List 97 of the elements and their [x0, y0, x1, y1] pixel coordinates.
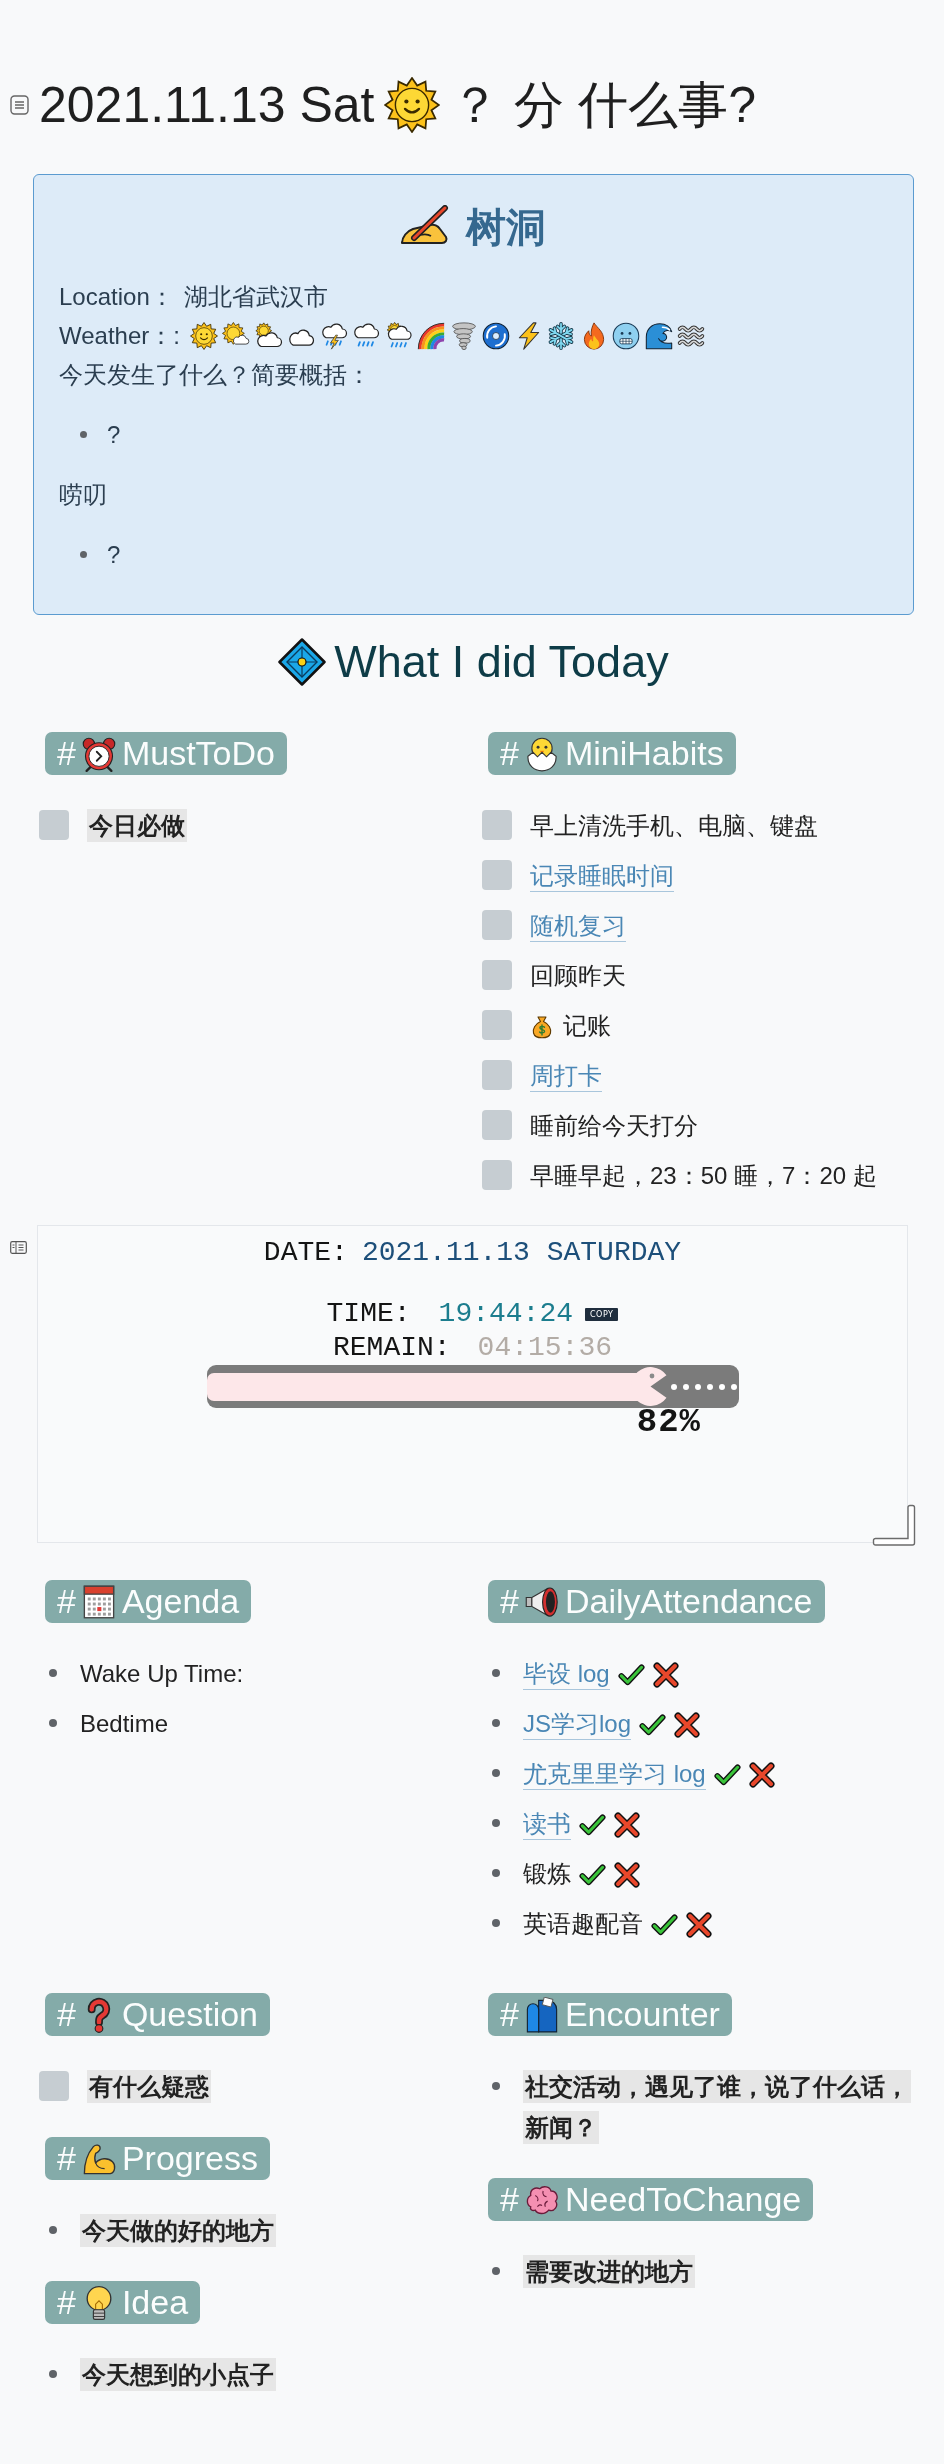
checkbox[interactable]: [482, 1160, 512, 1190]
checkbox[interactable]: [482, 810, 512, 840]
storm-cloud-icon: [319, 321, 348, 350]
rainbow-icon: [417, 321, 446, 350]
bullet-icon: [492, 1769, 500, 1777]
sun-behind-cloud-icon: [254, 321, 283, 350]
checkbox[interactable]: [482, 910, 512, 940]
task-text: 早睡早起，23：50 睡，7：20 起: [530, 1161, 877, 1189]
remain-label: REMAIN:: [332, 1331, 451, 1365]
check-mark-icon: [579, 1813, 606, 1838]
cross-mark-icon: [748, 1762, 775, 1789]
cold-face-icon: [612, 321, 641, 350]
cross-mark-icon: [686, 1912, 712, 1939]
task-text: Bedtime: [80, 1709, 169, 1737]
check-mark-icon: [713, 1763, 741, 1788]
task-text: 锻炼: [523, 1859, 571, 1887]
tag-link[interactable]: # MiniHabits: [488, 732, 736, 775]
card-title: 树洞: [466, 204, 546, 251]
bullet-icon: [492, 1669, 500, 1677]
task-text: 睡前给今天打分: [530, 1111, 698, 1139]
location-value: 湖北省武汉市: [183, 282, 328, 312]
title-date: 2021.11.13 Sat: [39, 76, 375, 135]
cyclone-icon: [482, 321, 511, 350]
checkbox[interactable]: [482, 960, 512, 990]
task-text: 回顾昨天: [530, 961, 626, 989]
bullet-icon: [49, 2370, 57, 2378]
task-text: Wake Up Time:: [80, 1659, 244, 1687]
note-link[interactable]: 周打卡: [530, 1061, 602, 1092]
sun-face-icon: [189, 321, 218, 350]
bullet-text: ?: [107, 540, 121, 570]
prompt-text: 今天发生了什么？简要概括：: [59, 360, 372, 390]
cross-mark-icon: [652, 1662, 679, 1689]
wave-icon: [644, 321, 673, 350]
tag-link[interactable]: # Agenda: [45, 1580, 252, 1623]
checkbox[interactable]: [482, 1110, 512, 1140]
list-box-icon: [10, 95, 29, 115]
note-link[interactable]: JS学习log: [523, 1709, 632, 1740]
notes-label: 唠叨: [59, 480, 108, 510]
checkbox[interactable]: [39, 2071, 69, 2101]
note-link[interactable]: 毕设 log: [523, 1659, 610, 1690]
panel-icon: [10, 1241, 27, 1254]
bullet-icon: [492, 1869, 500, 1877]
tag-link[interactable]: # Progress: [45, 2137, 270, 2180]
cross-mark-icon: [614, 1812, 640, 1839]
time-value: 19:44:24: [438, 1297, 573, 1331]
date-value: 2021.11.13 SATURDAY: [361, 1236, 682, 1270]
bullet-text: ?: [107, 420, 121, 450]
bullet-icon: [49, 1669, 57, 1677]
check-mark-icon: [639, 1713, 667, 1738]
task-text: 英语趣配音: [523, 1909, 643, 1937]
alarm-clock-icon: [80, 735, 117, 772]
resize-handle[interactable]: [872, 1504, 916, 1546]
note-link[interactable]: 随机复习: [530, 911, 626, 942]
section-title: What I did Today: [334, 635, 669, 689]
tag-link[interactable]: # Idea: [45, 2281, 201, 2324]
tag-link[interactable]: # MustToDo: [45, 732, 287, 775]
bullet-icon: [492, 1919, 500, 1927]
check-mark-icon: [579, 1863, 606, 1888]
bullet-icon: [492, 2082, 500, 2090]
bullet-icon: [49, 2226, 57, 2234]
note-link[interactable]: 记录睡眠时间: [530, 861, 674, 892]
checkbox[interactable]: [482, 860, 512, 890]
snowflake-icon: [547, 321, 576, 350]
checkbox[interactable]: [482, 1010, 512, 1040]
sun-rain-cloud-icon: [384, 321, 413, 350]
tag-link[interactable]: # NeedToChange: [488, 2178, 814, 2221]
checkbox[interactable]: [39, 810, 69, 840]
tag-link[interactable]: # Question: [45, 1993, 270, 2036]
note-link[interactable]: 读书: [523, 1809, 571, 1840]
tag-link[interactable]: # DailyAttendance: [488, 1580, 825, 1623]
task-text: 记账: [563, 1011, 611, 1039]
bullet-icon: [492, 1819, 500, 1827]
check-mark-icon: [651, 1913, 678, 1938]
weather-label: Weather：:: [59, 321, 180, 351]
title-text: ？ 分 什么事?: [450, 76, 757, 135]
money-bag-icon: [530, 1015, 554, 1040]
percent-label: 82%: [636, 1408, 701, 1436]
copy-button[interactable]: COPY: [585, 1307, 619, 1321]
task-text: 早上清洗手机、电脑、键盘: [530, 811, 818, 839]
sun-face-icon: [384, 77, 441, 133]
bullet-icon: [492, 1719, 500, 1727]
cross-mark-icon: [614, 1862, 640, 1889]
time-label: TIME:: [326, 1297, 411, 1331]
date-label: DATE:: [263, 1236, 348, 1270]
location-label: Location：: [59, 282, 174, 312]
remain-value: 04:15:36: [477, 1331, 612, 1365]
checkbox[interactable]: [482, 1060, 512, 1090]
check-mark-icon: [617, 1663, 645, 1688]
bullet-icon: [49, 1719, 57, 1727]
cross-mark-icon: [674, 1712, 701, 1739]
tag-link[interactable]: # Encounter: [488, 1993, 732, 2036]
tornado-icon: [449, 321, 478, 350]
diamond-icon: [278, 638, 327, 686]
bullet-icon: [80, 431, 87, 438]
note-link[interactable]: 尤克里里学习 log: [523, 1759, 706, 1790]
bullet-icon: [80, 551, 87, 558]
bullet-icon: [492, 2267, 500, 2275]
